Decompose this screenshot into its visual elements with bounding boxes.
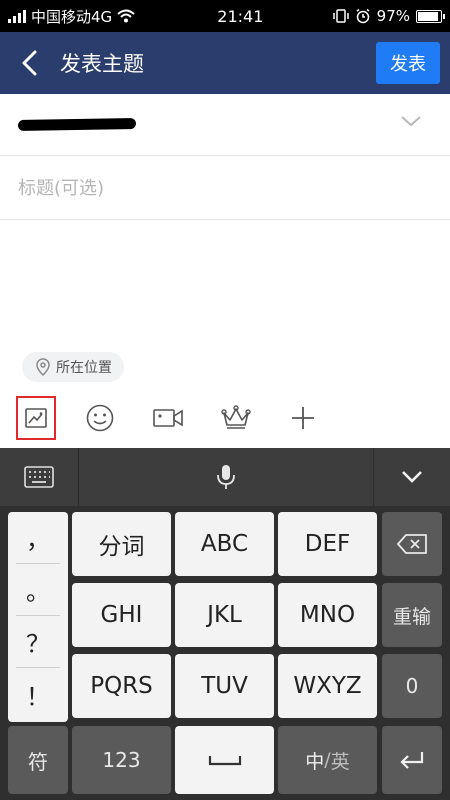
more-options-button[interactable] — [283, 396, 323, 440]
key-split-word[interactable]: 分词 — [72, 512, 171, 576]
page-title: 发表主题 — [60, 52, 144, 76]
keyboard: ， 。 ？ ！ 分词 ABC DEF GHI JKL MNO 重输 PQRS T… — [0, 506, 450, 800]
key-jkl[interactable]: JKL — [175, 583, 274, 647]
battery-icon — [416, 9, 445, 23]
clock: 21:41 — [217, 6, 264, 26]
key-tuv[interactable]: TUV — [175, 654, 274, 718]
lang-en-label: 英 — [330, 750, 350, 773]
keyboard-toolbar — [0, 448, 450, 506]
backspace-icon — [397, 534, 427, 554]
composer-toolbar — [0, 390, 450, 448]
key-abc[interactable]: ABC — [175, 512, 274, 576]
microphone-icon — [217, 465, 235, 489]
content-editor[interactable] — [0, 221, 450, 346]
emoji-icon — [86, 404, 114, 432]
punct-key-question[interactable]: ？ — [16, 616, 60, 668]
symbol-key[interactable]: 符 — [8, 726, 68, 794]
battery-percent: 97% — [376, 7, 410, 25]
lang-zh-label: 中 — [305, 750, 325, 773]
location-pin-icon — [36, 358, 50, 376]
image-icon — [25, 408, 47, 428]
key-mno[interactable]: MNO — [278, 583, 377, 647]
video-icon — [153, 409, 183, 427]
insert-crown-button[interactable] — [216, 396, 256, 440]
zero-key[interactable]: 0 — [382, 654, 442, 718]
signal-icon — [8, 9, 26, 23]
title-field-row — [0, 157, 450, 220]
title-input[interactable] — [18, 177, 418, 199]
punct-key-comma[interactable]: ， — [16, 512, 60, 564]
backspace-key[interactable] — [382, 512, 442, 576]
keyboard-switch-button[interactable] — [0, 448, 78, 506]
back-button[interactable] — [0, 32, 60, 94]
number-key[interactable]: 123 — [72, 726, 171, 794]
enter-key[interactable] — [382, 726, 442, 794]
punctuation-column[interactable]: ， 。 ？ ！ — [8, 512, 68, 722]
status-bar: 中国移动4G 21:41 97% — [0, 0, 450, 32]
app-header: 发表主题 发表 — [0, 32, 450, 94]
key-wxyz[interactable]: WXYZ — [278, 654, 377, 718]
space-icon — [208, 756, 241, 766]
alarm-icon — [356, 8, 370, 24]
insert-video-button[interactable] — [148, 396, 188, 440]
punct-key-exclaim[interactable]: ！ — [16, 668, 60, 720]
vibrate-icon — [332, 9, 349, 23]
chevron-left-icon — [22, 50, 37, 76]
language-switch-key[interactable]: 中 / 英 — [278, 726, 377, 794]
enter-icon — [400, 752, 424, 769]
crown-icon — [221, 405, 251, 429]
keyboard-icon — [24, 466, 54, 488]
reinput-key[interactable]: 重输 — [382, 583, 442, 647]
wifi-icon — [117, 9, 135, 23]
chevron-down-icon — [402, 471, 422, 483]
voice-input-button[interactable] — [79, 448, 373, 506]
insert-image-button[interactable] — [16, 396, 56, 440]
forum-name-redacted — [17, 114, 137, 135]
carrier-label: 中国移动4G — [31, 7, 113, 26]
plus-icon — [292, 407, 314, 429]
key-ghi[interactable]: GHI — [72, 583, 171, 647]
hide-keyboard-button[interactable] — [374, 448, 450, 506]
punct-key-period[interactable]: 。 — [16, 564, 60, 616]
publish-button[interactable]: 发表 — [376, 42, 440, 84]
space-key[interactable] — [175, 726, 274, 794]
location-label: 所在位置 — [56, 360, 112, 376]
insert-emoji-button[interactable] — [80, 396, 120, 440]
forum-selector[interactable] — [0, 94, 450, 156]
key-pqrs[interactable]: PQRS — [72, 654, 171, 718]
redaction-mark — [17, 117, 137, 132]
location-chip[interactable]: 所在位置 — [22, 352, 124, 382]
chevron-down-icon — [401, 116, 421, 127]
key-def[interactable]: DEF — [278, 512, 377, 576]
